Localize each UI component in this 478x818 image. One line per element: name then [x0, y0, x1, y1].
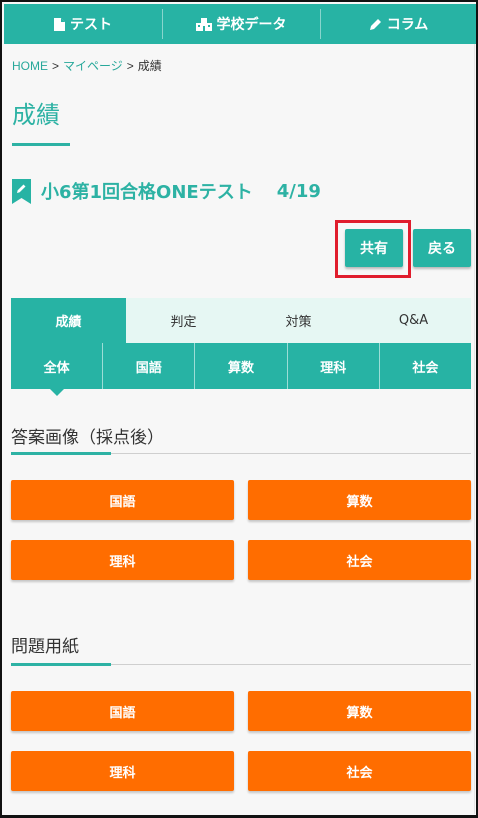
- main-tabs: 成績 判定 対策 Q&A: [11, 298, 471, 343]
- share-button[interactable]: 共有: [345, 229, 403, 267]
- answer-science-button[interactable]: 理科: [11, 540, 234, 580]
- nav-school-label: 学校データ: [216, 17, 287, 33]
- test-name: 小6第1回合格ONEテスト: [41, 182, 253, 203]
- school-icon: [195, 17, 212, 31]
- nav-column-label: コラム: [386, 17, 429, 33]
- test-date: 4/19: [276, 180, 321, 202]
- top-nav: テスト 学校データ コラム: [4, 4, 476, 44]
- question-section-title: 問題用紙: [11, 637, 79, 657]
- nav-test-label: テスト: [70, 17, 112, 33]
- subject-tab-social[interactable]: 社会: [378, 343, 471, 389]
- scrollbar-track[interactable]: [474, 44, 475, 814]
- nav-column[interactable]: コラム: [320, 4, 476, 44]
- breadcrumb-mypage[interactable]: マイページ: [63, 59, 123, 73]
- section-accent: [11, 663, 111, 666]
- answer-section-title: 答案画像（採点後）: [11, 428, 164, 448]
- subject-tab-math[interactable]: 算数: [194, 343, 286, 389]
- nav-school-data[interactable]: 学校データ: [162, 4, 320, 44]
- title-underline: [12, 143, 70, 146]
- answer-section-divider: [11, 452, 471, 455]
- section-accent: [11, 452, 111, 455]
- nav-test[interactable]: テスト: [4, 4, 162, 44]
- question-social-button[interactable]: 社会: [248, 751, 471, 791]
- page-title: 成績: [12, 101, 60, 129]
- bookmark-pencil-icon: [12, 178, 31, 204]
- question-science-button[interactable]: 理科: [11, 751, 234, 791]
- tab-measures[interactable]: 対策: [241, 298, 356, 343]
- answer-japanese-button[interactable]: 国語: [11, 480, 234, 520]
- breadcrumb: HOME > マイページ > 成績: [12, 57, 162, 74]
- breadcrumb-home[interactable]: HOME: [12, 59, 48, 73]
- document-icon: [54, 17, 65, 31]
- answer-math-button[interactable]: 算数: [248, 480, 471, 520]
- question-japanese-button[interactable]: 国語: [11, 691, 234, 731]
- tab-judgement[interactable]: 判定: [126, 298, 241, 343]
- question-section-divider: [11, 663, 471, 666]
- subject-tab-all[interactable]: 全体: [11, 343, 102, 396]
- tab-results[interactable]: 成績: [11, 298, 126, 343]
- subject-tabs: 全体 国語 算数 理科 社会: [11, 343, 471, 396]
- pencil-icon: [369, 19, 381, 30]
- back-button[interactable]: 戻る: [413, 229, 471, 267]
- subject-tab-japanese[interactable]: 国語: [102, 343, 194, 389]
- test-heading: 小6第1回合格ONEテスト 4/19: [12, 178, 321, 204]
- breadcrumb-separator: >: [126, 59, 134, 73]
- screen-frame: テスト 学校データ コラム HOME > マイページ > 成績 成績 小6第1回…: [0, 0, 478, 818]
- breadcrumb-current: 成績: [137, 59, 162, 73]
- breadcrumb-separator: >: [52, 59, 60, 73]
- subject-tab-science[interactable]: 理科: [286, 343, 379, 389]
- question-math-button[interactable]: 算数: [248, 691, 471, 731]
- answer-social-button[interactable]: 社会: [248, 540, 471, 580]
- tab-qa[interactable]: Q&A: [356, 298, 471, 343]
